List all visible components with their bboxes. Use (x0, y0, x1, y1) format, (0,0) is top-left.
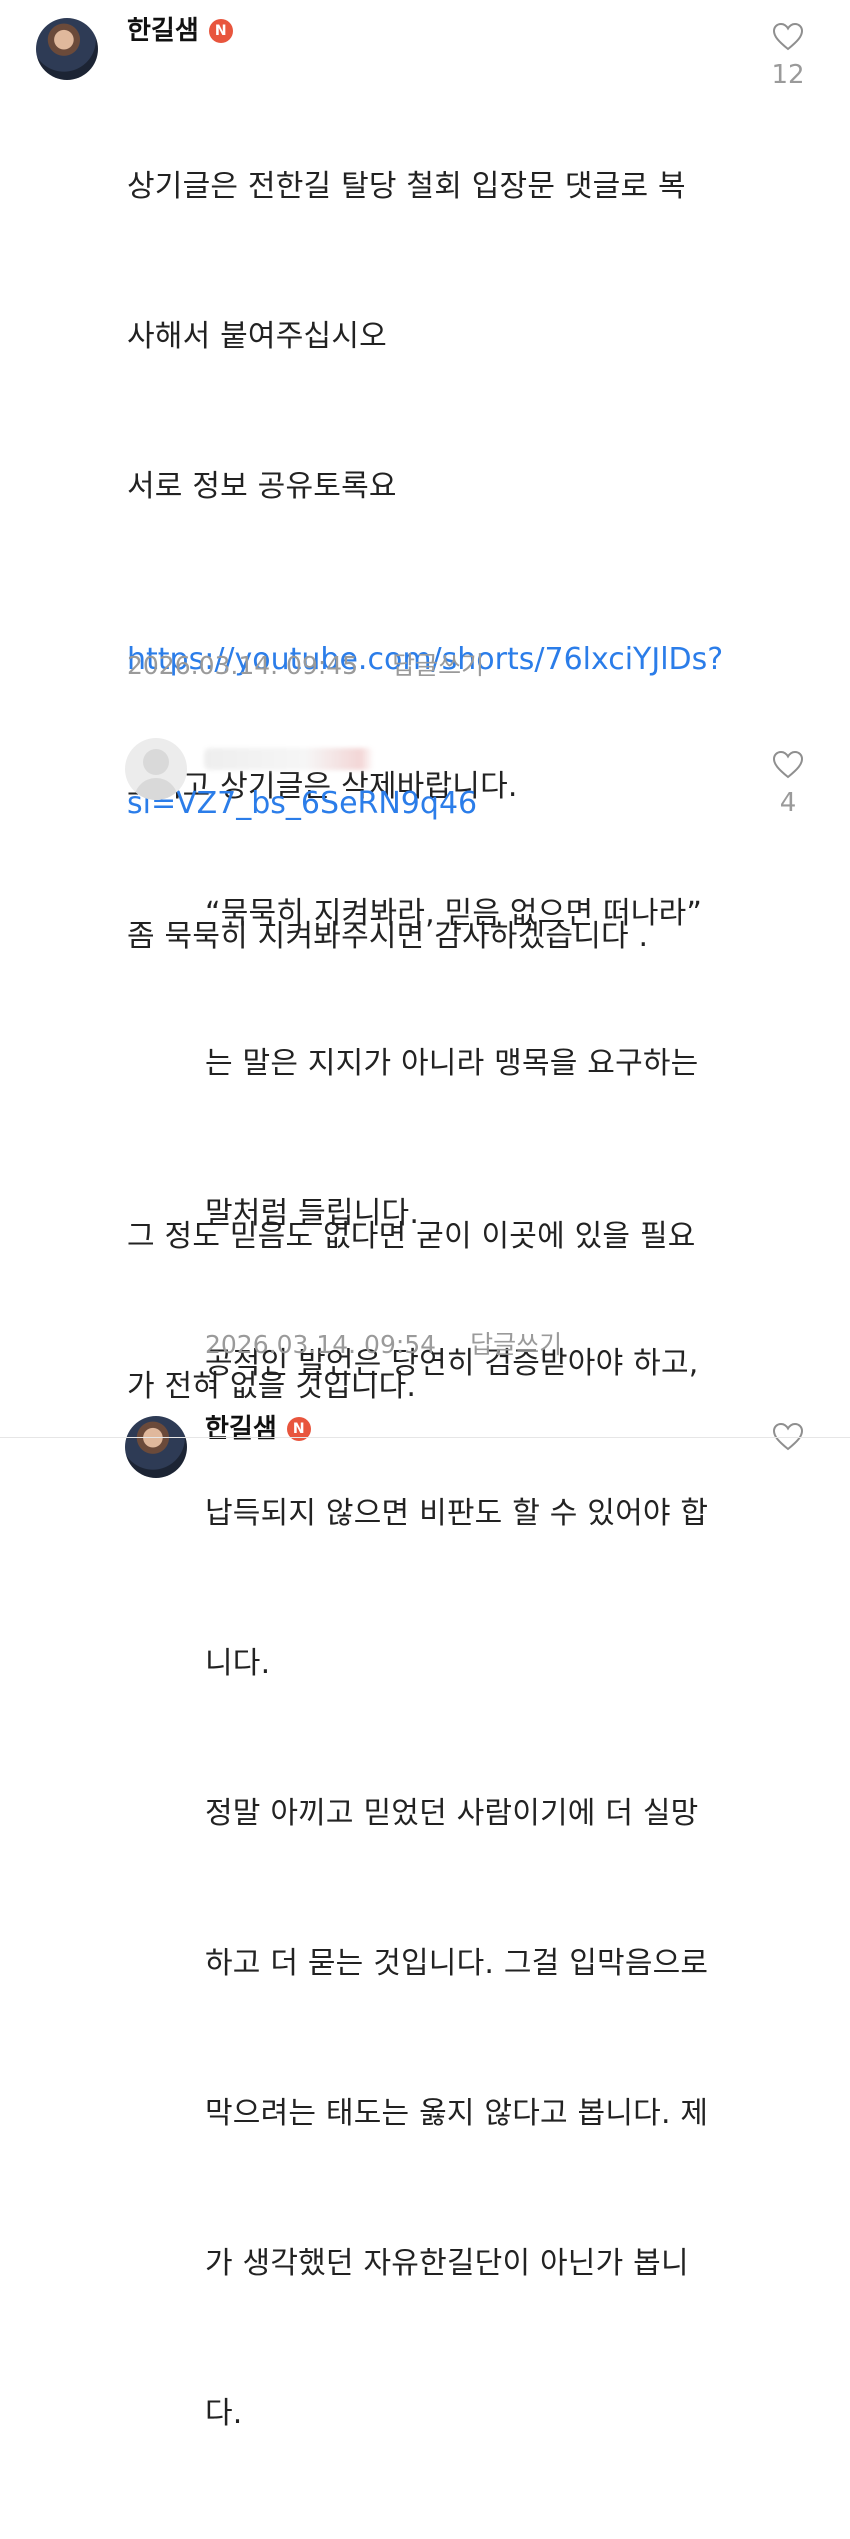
avatar[interactable] (125, 738, 187, 800)
heart-outline-icon (772, 750, 804, 779)
screen-bottom-edge (0, 1437, 850, 1438)
body-line: 하고 더 묻는 것입니다. 그걸 입막음으로 (205, 1946, 709, 1981)
avatar[interactable] (36, 18, 98, 80)
body-line: 다. (205, 2396, 243, 2431)
comment-meta: 2026.03.14. 09:45 답글쓰기 (127, 646, 484, 682)
timestamp: 2026.03.14. 09:45 (127, 651, 359, 680)
body-line: 서로 정보 공유토록요 (127, 469, 397, 504)
comment-body: “묵묵히 지켜봐라, 믿음 없으면 떠나라” 는 말은 지지가 아니라 맹목을 … (205, 789, 708, 2539)
body-line: “묵묵히 지켜봐라, 믿음 없으면 떠나라” (205, 896, 703, 931)
heart-outline-icon (772, 22, 804, 51)
body-line: 상기글은 전한길 탈당 철회 입장문 댓글로 복 (127, 169, 686, 204)
body-line: 는 말은 지지가 아니라 맹목을 요구하는 (205, 1046, 699, 1081)
like-count: 4 (779, 788, 797, 818)
body-line: 말처럼 들립니다. (205, 1196, 420, 1231)
reply-button[interactable]: 답글쓰기 (470, 1330, 562, 1359)
author-name[interactable]: 한길샘 N (205, 1414, 311, 1444)
body-line: 니다. (205, 1646, 271, 1681)
like-button[interactable]: 12 (758, 22, 818, 90)
like-button[interactable]: 4 (758, 750, 818, 818)
avatar[interactable] (125, 1416, 187, 1478)
body-line: 사해서 붙여주십시오 (127, 319, 387, 354)
body-line: 가 생각했던 자유한길단이 아닌가 봅니 (205, 2246, 689, 2281)
body-line: 막으려는 태도는 옳지 않다고 봅니다. 제 (205, 2096, 709, 2131)
comment-meta: 2026.03.14. 09:54 답글쓰기 (205, 1325, 562, 1361)
new-badge: N (208, 19, 233, 43)
body-line: 납득되지 않으면 비판도 할 수 있어야 합 (205, 1496, 709, 1531)
body-line: 정말 아끼고 믿었던 사람이기에 더 실망 (205, 1796, 699, 1831)
author-name-blurred (204, 748, 374, 770)
like-count: 12 (771, 60, 805, 90)
author-label: 한길샘 (205, 1414, 277, 1444)
author-name[interactable]: 한길샘 N (127, 16, 233, 46)
timestamp: 2026.03.14. 09:54 (205, 1330, 437, 1359)
author-label: 한길샘 (127, 16, 199, 46)
reply-button[interactable]: 답글쓰기 (392, 651, 484, 680)
